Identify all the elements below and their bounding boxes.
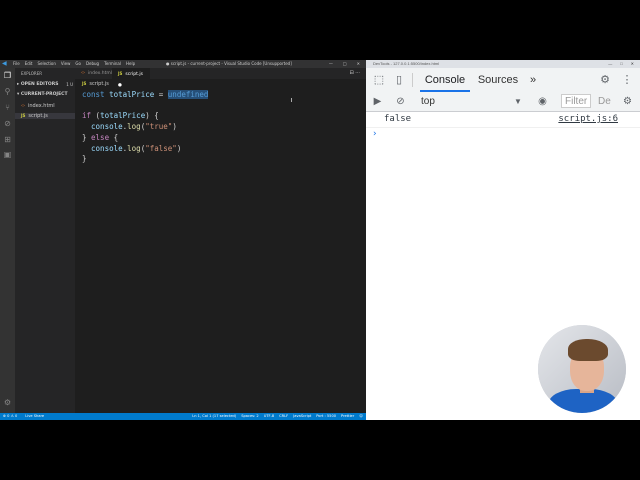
- webcam-overlay: [538, 325, 626, 413]
- chevron-down-icon[interactable]: ▼: [514, 95, 522, 108]
- feedback-icon[interactable]: ☺: [359, 413, 363, 420]
- devtools-window-controls: — □ ✕: [608, 60, 634, 68]
- gear-icon[interactable]: ⚙: [3, 398, 12, 407]
- minimize-icon[interactable]: —: [608, 60, 612, 68]
- vscode-logo-icon: ◀: [2, 60, 7, 67]
- remote-explorer-icon[interactable]: ▣: [3, 150, 12, 159]
- maximize-icon[interactable]: □: [620, 60, 622, 68]
- explorer-title: EXPLORER: [21, 71, 42, 76]
- js-file-icon: JS: [118, 71, 123, 76]
- encoding-status[interactable]: UTF-8: [264, 413, 274, 420]
- toolbar-divider: [412, 73, 413, 87]
- log-source-link[interactable]: script.js:6: [558, 112, 618, 127]
- context-selector[interactable]: top: [421, 95, 435, 108]
- log-message: false: [384, 114, 412, 124]
- mouse-cursor: [291, 98, 292, 102]
- devtools-title-bar: DevTools - 127.0.0.1:5500/index.html — □…: [366, 60, 640, 68]
- console-prompt-row[interactable]: ›: [366, 127, 640, 142]
- console-settings-icon[interactable]: ⚙: [621, 95, 634, 108]
- log-levels-dropdown[interactable]: De: [598, 95, 611, 108]
- extensions-icon[interactable]: ⊞: [3, 135, 12, 144]
- filter-input[interactable]: Filter: [561, 94, 591, 108]
- menu-edit[interactable]: Edit: [25, 60, 33, 68]
- file-script-js[interactable]: JS script.js: [15, 113, 75, 119]
- js-file-icon: JS: [82, 81, 87, 86]
- debug-icon[interactable]: ⊘: [3, 119, 12, 128]
- live-share-status[interactable]: Live Share: [25, 413, 44, 420]
- html-file-icon: ‹›: [81, 70, 85, 76]
- tab-console[interactable]: Console: [420, 68, 470, 92]
- open-editors-badge: 1 U: [66, 82, 73, 87]
- devtools-toolbar: ⬚ ▯ Console Sources » ⚙ ⋮: [366, 68, 640, 93]
- eol-status[interactable]: CRLF: [279, 413, 288, 420]
- activity-bar: ❐ ⚲ ⑂ ⊘ ⊞ ▣ ⚙: [0, 68, 15, 413]
- selected-text: undefined: [167, 90, 209, 99]
- window-controls: — □ ✕: [329, 60, 360, 68]
- more-tabs-icon[interactable]: »: [526, 68, 540, 92]
- code-line-3: if (totalPrice) {: [82, 111, 159, 121]
- menu-selection[interactable]: Selection: [37, 60, 55, 68]
- explorer-icon[interactable]: ❐: [3, 71, 12, 80]
- menu-view[interactable]: View: [61, 60, 71, 68]
- cursor-position-status[interactable]: Ln 1, Col 1 (17 selected): [192, 413, 236, 420]
- device-toolbar-icon[interactable]: ▯: [392, 73, 406, 87]
- close-icon[interactable]: ✕: [357, 60, 360, 68]
- open-editors-section[interactable]: ▸ OPEN EDITORS: [17, 82, 58, 87]
- code-line-7: }: [82, 154, 87, 164]
- editor-tabs: ‹› index.html JS script.js ● ⊟ ···: [75, 68, 366, 88]
- code-line-5: } else {: [82, 132, 119, 142]
- clear-console-icon[interactable]: ⊘: [394, 95, 407, 108]
- console-toolbar: ▶ ⊘ top ▼ ◉ Filter De ⚙: [366, 92, 640, 112]
- presenter-hair: [568, 339, 608, 361]
- source-control-icon[interactable]: ⑂: [3, 103, 12, 112]
- tab-sources[interactable]: Sources: [476, 68, 520, 92]
- indentation-status[interactable]: Spaces: 2: [241, 413, 258, 420]
- prompt-chevron-icon: ›: [372, 129, 378, 139]
- gear-icon[interactable]: ⚙: [598, 73, 612, 87]
- sidebar-toggle-icon[interactable]: ▶: [371, 95, 384, 108]
- problems-status[interactable]: ⊗ 0 ⚠ 0: [3, 413, 17, 420]
- inspect-element-icon[interactable]: ⬚: [372, 73, 386, 87]
- js-file-icon: JS: [21, 113, 26, 118]
- code-line-6: console.log("false"): [91, 143, 182, 153]
- minimize-icon[interactable]: —: [329, 60, 333, 68]
- code-line-1: const totalPrice = undefined: [82, 90, 209, 99]
- menu-debug[interactable]: Debug: [86, 60, 99, 68]
- code-line-4: console.log("true"): [91, 122, 177, 132]
- eye-icon[interactable]: ◉: [536, 95, 549, 108]
- tab-script-js[interactable]: JS script.js ●: [112, 68, 150, 88]
- project-folder[interactable]: ▾ CURRENT-PROJECT: [17, 92, 68, 97]
- devtools-window-title: DevTools - 127.0.0.1:5500/index.html: [373, 61, 440, 66]
- menu-terminal[interactable]: Terminal: [104, 60, 121, 68]
- menu-file[interactable]: File: [13, 60, 20, 68]
- live-server-status[interactable]: Port : 5500: [316, 413, 336, 420]
- title-bar: ◀ File Edit Selection View Go Debug Term…: [0, 60, 366, 68]
- window-title: ● script.js - current-project - Visual S…: [166, 61, 292, 66]
- editor-actions[interactable]: ⊟ ···: [349, 68, 360, 79]
- menu-help[interactable]: Help: [126, 60, 135, 68]
- unsaved-dot-icon[interactable]: ●: [118, 83, 122, 88]
- explorer-sidebar: EXPLORER ▸ OPEN EDITORS 1 U ▾ CURRENT-PR…: [15, 68, 75, 413]
- console-log-row: false script.js:6: [366, 112, 640, 128]
- html-file-icon: ‹›: [21, 103, 25, 109]
- tab-index-html[interactable]: ‹› index.html: [75, 68, 112, 79]
- search-icon[interactable]: ⚲: [3, 87, 12, 96]
- status-bar: ⊗ 0 ⚠ 0 Live Share Ln 1, Col 1 (17 selec…: [0, 413, 366, 420]
- breadcrumb[interactable]: JS script.js: [82, 81, 109, 87]
- language-status[interactable]: JavaScript: [293, 413, 311, 420]
- file-index-html[interactable]: ‹› index.html: [21, 103, 55, 109]
- prettier-status[interactable]: Prettier: [341, 413, 354, 420]
- close-icon[interactable]: ✕: [631, 60, 634, 68]
- maximize-icon[interactable]: □: [343, 60, 347, 68]
- kebab-menu-icon[interactable]: ⋮: [620, 73, 634, 87]
- menu-go[interactable]: Go: [75, 60, 81, 68]
- vscode-window: ◀ File Edit Selection View Go Debug Term…: [0, 60, 366, 420]
- menu-bar: File Edit Selection View Go Debug Termin…: [13, 60, 135, 68]
